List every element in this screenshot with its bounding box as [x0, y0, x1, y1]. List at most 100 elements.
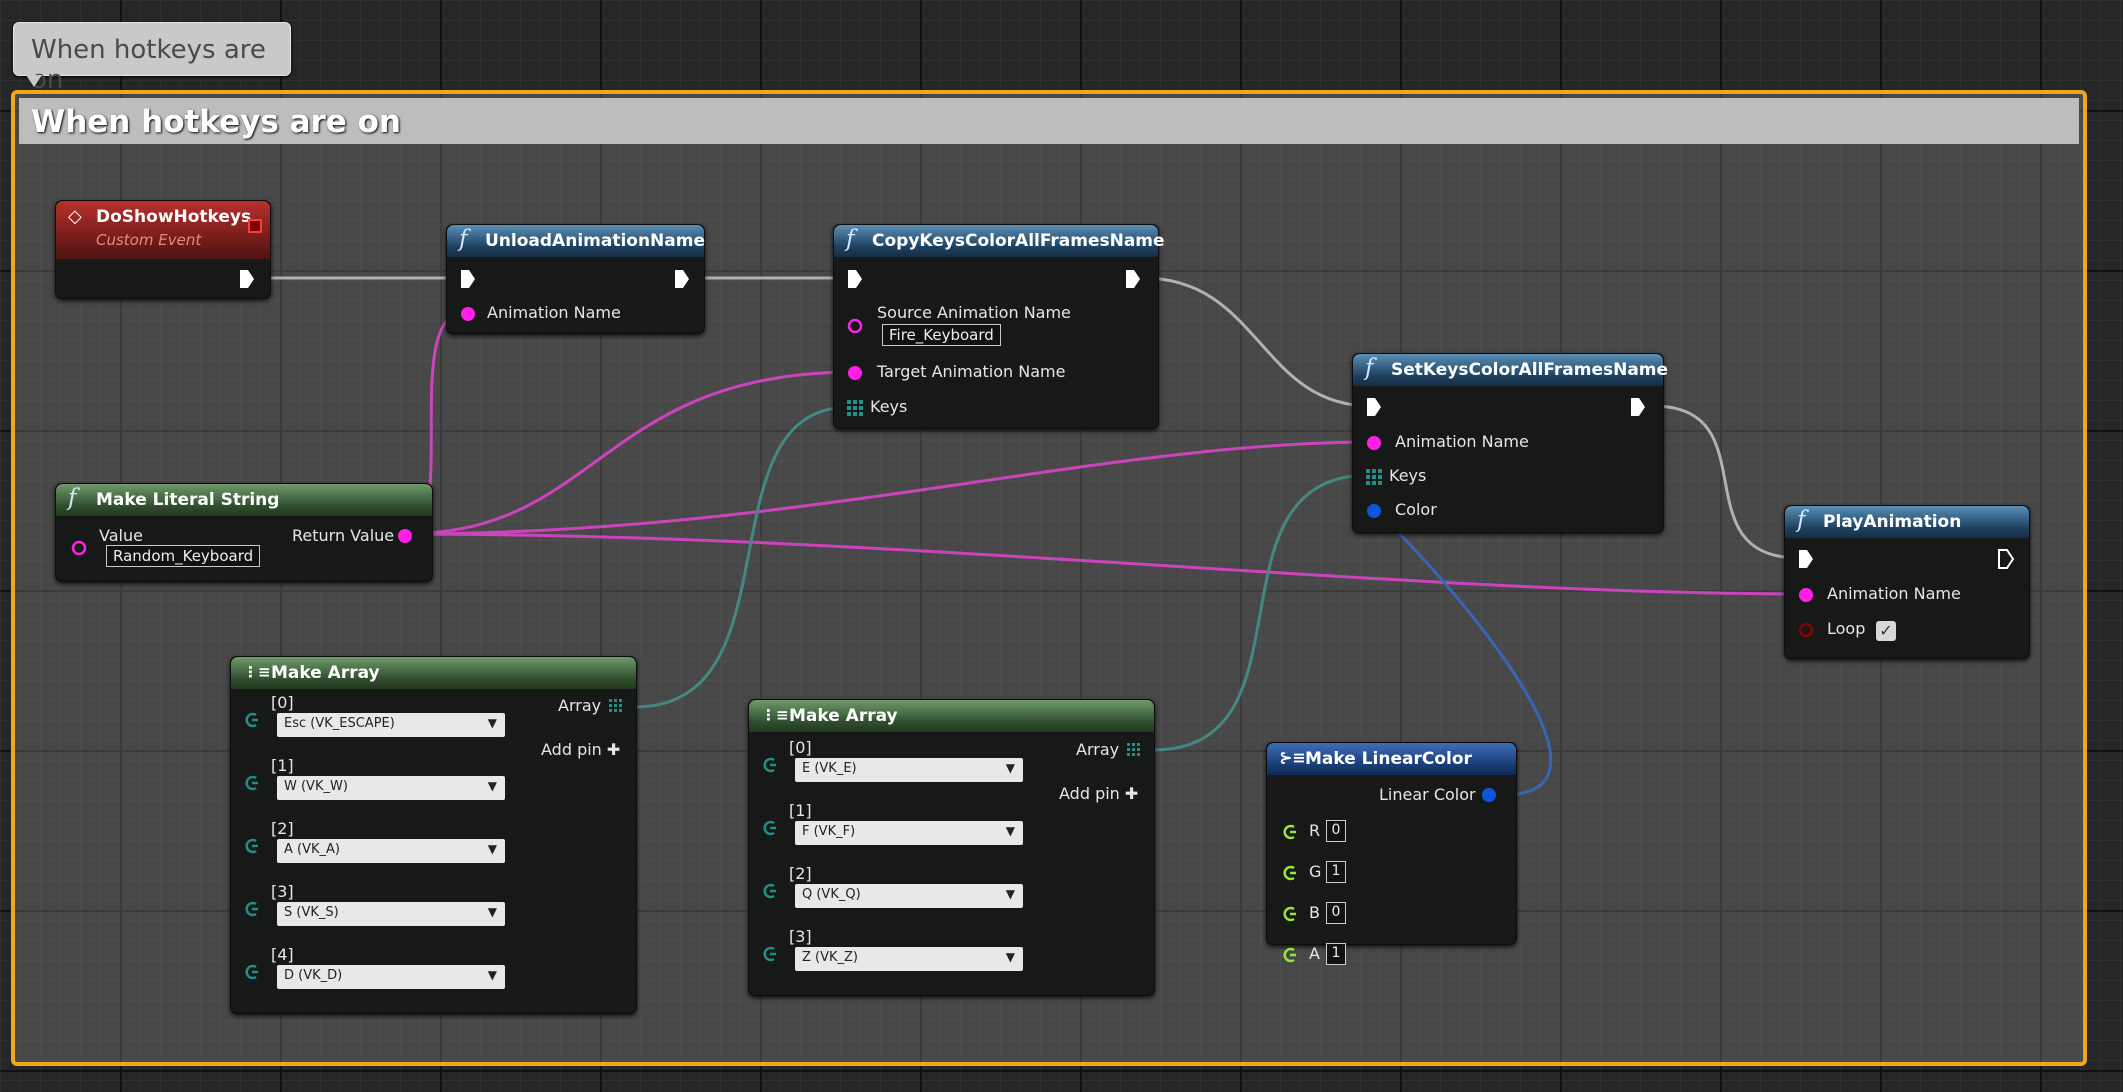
key-dropdown-value: W (VK_W): [284, 779, 348, 794]
plus-icon: ✚: [606, 740, 621, 759]
node-make-array-keys-1[interactable]: ⋮≡ Make Array Array Add pin ✚ [0] Esc (VK…: [230, 656, 637, 1014]
node-title: DoShowHotkeys: [96, 207, 252, 227]
array-index-label: [2]: [271, 819, 294, 838]
array-out-pin[interactable]: [608, 698, 624, 714]
pin-label-value: Value: [99, 526, 143, 545]
key-dropdown[interactable]: E (VK_E) ▼: [795, 758, 1023, 782]
exec-in-pin[interactable]: [1365, 396, 1383, 418]
array-in-pin[interactable]: [846, 399, 864, 417]
color-component-value-field[interactable]: 0: [1326, 902, 1346, 924]
enum-in-pin[interactable]: [241, 774, 259, 797]
function-icon: f: [1365, 355, 1374, 381]
array-index-label: [2]: [789, 864, 812, 883]
key-dropdown[interactable]: F (VK_F) ▼: [795, 821, 1023, 845]
exec-out-pin[interactable]: [238, 268, 256, 290]
enum-in-pin[interactable]: [759, 819, 777, 842]
node-subtitle: Custom Event: [96, 231, 202, 249]
key-dropdown[interactable]: S (VK_S) ▼: [277, 902, 505, 926]
delegate-pin-icon[interactable]: [248, 219, 262, 233]
float-in-pin[interactable]: [1279, 905, 1297, 928]
key-dropdown[interactable]: Q (VK_Q) ▼: [795, 884, 1023, 908]
enum-in-pin[interactable]: [759, 945, 777, 968]
add-pin-button[interactable]: Add pin ✚: [1059, 784, 1138, 803]
node-make-literal-string[interactable]: f Make Literal String Value Random_Keybo…: [55, 483, 433, 582]
key-dropdown[interactable]: W (VK_W) ▼: [277, 776, 505, 800]
add-pin-label: Add pin: [541, 740, 602, 759]
enum-in-pin[interactable]: [241, 837, 259, 860]
source-animation-name-field[interactable]: Fire_Keyboard: [882, 324, 1001, 346]
key-dropdown[interactable]: Z (VK_Z) ▼: [795, 947, 1023, 971]
string-in-pin[interactable]: [1797, 586, 1815, 604]
color-component-value-field[interactable]: 0: [1326, 820, 1346, 842]
chevron-down-icon: ▼: [487, 716, 497, 730]
node-header: ⋮≡ Make Array: [231, 657, 636, 689]
string-in-pin[interactable]: [1365, 434, 1383, 452]
exec-out-pin[interactable]: [1124, 268, 1142, 290]
bool-in-pin[interactable]: [1797, 621, 1815, 639]
chevron-down-icon: ▼: [487, 779, 497, 793]
node-make-linear-color[interactable]: ⊱≡ Make LinearColor Linear Color R0G1B0A…: [1266, 742, 1517, 965]
exec-out-pin[interactable]: [1997, 548, 2015, 570]
node-play-animation[interactable]: f PlayAnimation Animation Name Loop ✓: [1784, 505, 2030, 659]
array-index-label: [1]: [789, 801, 812, 820]
float-in-pin[interactable]: [1279, 946, 1297, 969]
string-out-pin[interactable]: [396, 527, 414, 545]
loop-checkbox[interactable]: ✓: [1876, 621, 1896, 641]
exec-in-pin[interactable]: [1797, 548, 1815, 570]
node-title: SetKeysColorAllFramesName: [1391, 360, 1669, 380]
enum-in-pin[interactable]: [241, 711, 259, 734]
function-icon: f: [1797, 507, 1806, 533]
enum-in-pin[interactable]: [241, 900, 259, 923]
key-dropdown[interactable]: Esc (VK_ESCAPE) ▼: [277, 713, 505, 737]
pin-label-color: Color: [1395, 500, 1437, 519]
node-header: f PlayAnimation: [1785, 506, 2029, 538]
string-in-pin[interactable]: [459, 305, 477, 323]
node-header: f CopyKeysColorAllFramesName: [834, 225, 1165, 257]
key-dropdown-value: Esc (VK_ESCAPE): [284, 716, 395, 731]
enum-in-pin[interactable]: [241, 963, 259, 986]
array-out-pin[interactable]: [1126, 742, 1142, 758]
enum-in-pin[interactable]: [759, 882, 777, 905]
string-in-pin[interactable]: [846, 364, 864, 382]
exec-in-pin[interactable]: [459, 268, 477, 290]
color-component-value-field[interactable]: 1: [1326, 943, 1346, 965]
float-in-pin[interactable]: [1279, 823, 1297, 846]
key-dropdown[interactable]: D (VK_D) ▼: [277, 965, 505, 989]
pin-label-keys: Keys: [1389, 466, 1427, 485]
color-component-label: R: [1309, 821, 1321, 840]
color-component-value-field[interactable]: 1: [1326, 861, 1346, 883]
node-title: Make Literal String: [96, 490, 280, 510]
node-set-keys-color-all-frames-name[interactable]: f SetKeysColorAllFramesName Animation Na…: [1352, 353, 1668, 533]
node-make-array-keys-2[interactable]: ⋮≡ Make Array Array Add pin ✚ [0] E (VK_E…: [748, 699, 1155, 996]
struct-out-pin[interactable]: [1480, 786, 1498, 804]
pin-label-array: Array: [1076, 740, 1120, 759]
exec-out-pin[interactable]: [673, 268, 691, 290]
key-dropdown[interactable]: A (VK_A) ▼: [277, 839, 505, 863]
struct-in-pin[interactable]: [1365, 502, 1383, 520]
comment-bubble[interactable]: When hotkeys are on: [13, 22, 291, 95]
exec-out-pin[interactable]: [1629, 396, 1647, 418]
node-do-show-hotkeys[interactable]: ◇ DoShowHotkeys Custom Event: [55, 200, 271, 299]
array-index-label: [4]: [271, 945, 294, 964]
node-copy-keys-color-all-frames-name[interactable]: f CopyKeysColorAllFramesName Source Anim…: [833, 224, 1165, 429]
pin-label-target-animation-name: Target Animation Name: [877, 362, 1066, 381]
float-in-pin[interactable]: [1279, 864, 1297, 887]
chevron-down-icon: ▼: [487, 905, 497, 919]
comment-header[interactable]: When hotkeys are on: [19, 98, 2079, 144]
enum-in-pin[interactable]: [759, 756, 777, 779]
node-unload-animation-name[interactable]: f UnloadAnimationName Animation Name: [446, 224, 705, 334]
literal-string-value-field[interactable]: Random_Keyboard: [106, 545, 261, 567]
make-array-icon: ⋮≡: [761, 706, 789, 724]
key-dropdown-value: E (VK_E): [802, 761, 857, 776]
array-in-pin[interactable]: [1365, 468, 1383, 486]
exec-in-pin[interactable]: [846, 268, 864, 290]
string-in-pin[interactable]: [846, 317, 864, 335]
string-in-pin[interactable]: [70, 539, 88, 557]
node-title: Make Array: [789, 706, 898, 726]
array-index-label: [0]: [271, 693, 294, 712]
pin-label-animation-name: Animation Name: [1395, 432, 1529, 451]
chevron-down-icon: ▼: [1005, 950, 1015, 964]
color-component-label: G: [1309, 862, 1322, 881]
pin-label-linear-color: Linear Color: [1379, 785, 1476, 804]
add-pin-button[interactable]: Add pin ✚: [541, 740, 620, 759]
